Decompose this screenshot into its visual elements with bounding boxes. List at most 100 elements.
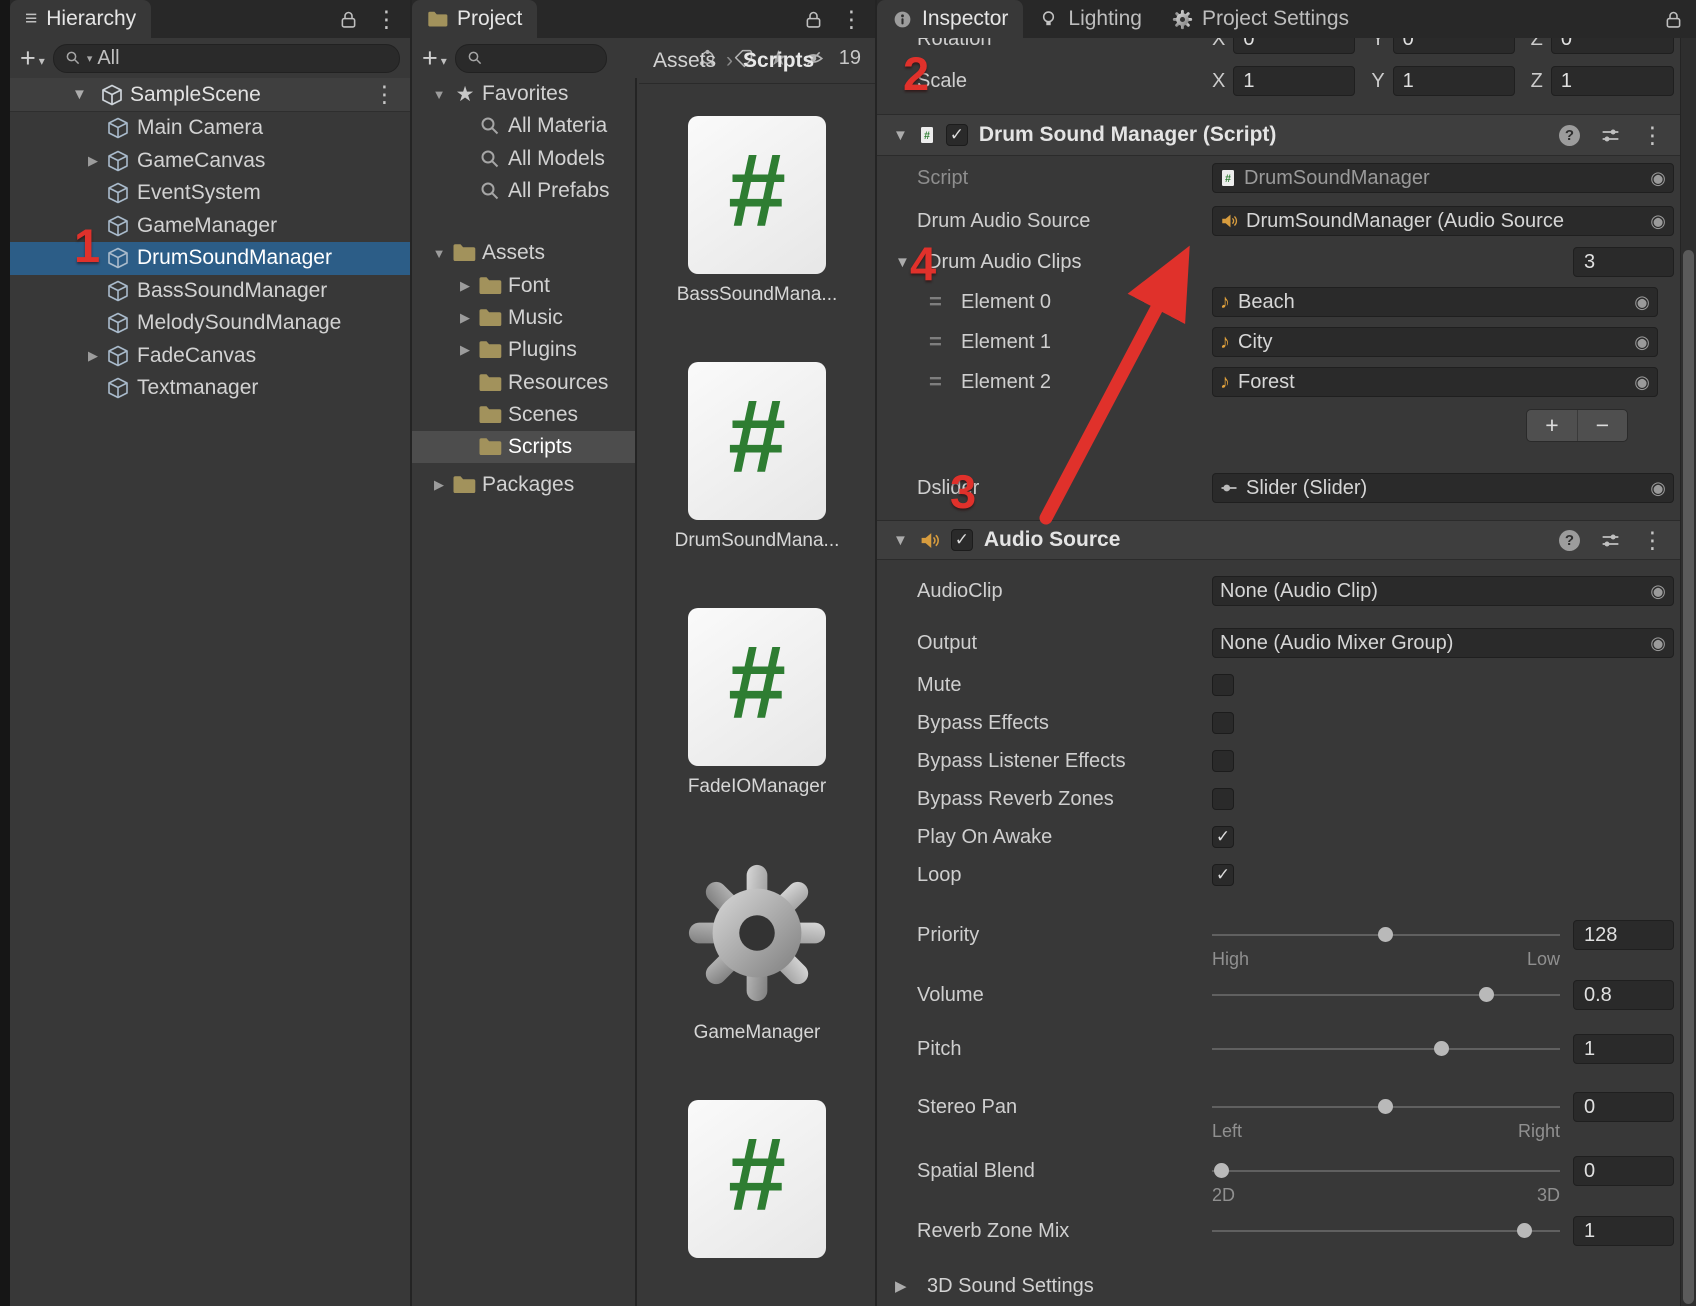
- foldout-open-icon[interactable]: ▼: [893, 127, 908, 144]
- tree-folder-music[interactable]: ▶ Music: [412, 302, 635, 334]
- tree-assets[interactable]: ▼ Assets: [412, 237, 635, 269]
- hierarchy-item-gamecanvas[interactable]: ▶ GameCanvas: [10, 145, 410, 178]
- object-picker-icon[interactable]: ◉: [1634, 333, 1650, 351]
- project-search-input[interactable]: [454, 43, 607, 73]
- bypass-effects-checkbox[interactable]: [1212, 712, 1234, 734]
- tree-all-prefabs[interactable]: All Prefabs: [412, 175, 635, 207]
- stereo-pan-slider[interactable]: Left Right: [1212, 1092, 1560, 1141]
- asset-drumsoundmanager[interactable]: # DrumSoundMana...: [675, 362, 839, 552]
- hierarchy-item-main-camera[interactable]: Main Camera: [10, 112, 410, 145]
- hierarchy-item-drumsoundmanager[interactable]: DrumSoundManager: [10, 242, 410, 275]
- expand-arrow-icon[interactable]: ▶: [895, 1277, 927, 1295]
- breadcrumb-current[interactable]: Scripts: [743, 49, 814, 73]
- kebab-menu-icon[interactable]: ⋮: [1641, 528, 1664, 552]
- remove-element-button[interactable]: −: [1577, 409, 1627, 441]
- tree-folder-scripts[interactable]: Scripts: [412, 430, 635, 464]
- breadcrumb-root[interactable]: Assets: [653, 49, 716, 73]
- presets-icon[interactable]: [1600, 530, 1621, 551]
- rotation-y-field[interactable]: 0: [1392, 38, 1515, 54]
- presets-icon[interactable]: [1600, 125, 1621, 146]
- tree-folder-plugins[interactable]: ▶ Plugins: [412, 334, 635, 366]
- mute-checkbox[interactable]: [1212, 674, 1234, 696]
- drag-handle-icon[interactable]: =: [917, 289, 961, 315]
- loop-checkbox[interactable]: [1212, 864, 1234, 886]
- hierarchy-item-eventsystem[interactable]: EventSystem: [10, 177, 410, 210]
- scale-z-field[interactable]: 1: [1550, 66, 1674, 96]
- hierarchy-item-melodysoundmanager[interactable]: MelodySoundManage: [10, 307, 410, 340]
- spatial-blend-value-field[interactable]: 0: [1573, 1156, 1674, 1186]
- slider-thumb[interactable]: [1378, 927, 1393, 942]
- pitch-slider[interactable]: [1212, 1034, 1560, 1064]
- tree-all-models[interactable]: All Models: [412, 143, 635, 175]
- audioclip-field[interactable]: None (Audio Clip) ◉: [1212, 576, 1674, 606]
- object-picker-icon[interactable]: ◉: [1650, 479, 1666, 497]
- asset-partial[interactable]: #: [688, 1100, 826, 1258]
- help-icon[interactable]: ?: [1559, 124, 1580, 146]
- tab-project[interactable]: Project: [412, 0, 538, 38]
- asset-gamemanager[interactable]: GameManager: [683, 854, 831, 1044]
- lock-icon[interactable]: [803, 9, 824, 30]
- tree-folder-font[interactable]: ▶ Font: [412, 269, 635, 301]
- reverb-zone-mix-value-field[interactable]: 1: [1573, 1216, 1674, 1246]
- expand-arrow-icon[interactable]: ▶: [426, 477, 452, 493]
- foldout-open-icon[interactable]: ▼: [72, 86, 100, 103]
- element-0-field[interactable]: ♪ Beach ◉: [1212, 287, 1658, 317]
- hierarchy-search-input[interactable]: ▾ All: [52, 43, 400, 73]
- row-3d-sound-settings[interactable]: ▶ 3D Sound Settings: [877, 1266, 1680, 1306]
- inspector-scrollbar[interactable]: [1680, 38, 1696, 1306]
- play-on-awake-checkbox[interactable]: [1212, 826, 1234, 848]
- priority-value-field[interactable]: 128: [1573, 920, 1674, 950]
- tab-lighting[interactable]: Lighting: [1023, 0, 1157, 38]
- tree-all-materials[interactable]: All Materia: [412, 110, 635, 142]
- hierarchy-item-gamemanager[interactable]: GameManager: [10, 210, 410, 243]
- tree-folder-resources[interactable]: Resources: [412, 366, 635, 398]
- tree-folder-scenes[interactable]: Scenes: [412, 399, 635, 431]
- scale-x-field[interactable]: 1: [1233, 66, 1356, 96]
- kebab-menu-icon[interactable]: ⋮: [1641, 123, 1664, 147]
- row-drum-audio-clips[interactable]: ▼ Drum Audio Clips 3: [877, 242, 1680, 282]
- drum-script-component-header[interactable]: ▼ Drum Sound Manager (Script) ? ⋮: [877, 114, 1680, 156]
- object-picker-icon[interactable]: ◉: [1634, 293, 1650, 311]
- object-picker-icon[interactable]: ◉: [1650, 634, 1666, 652]
- lock-icon[interactable]: [1663, 9, 1684, 30]
- tab-project-settings[interactable]: Project Settings: [1157, 0, 1364, 38]
- object-picker-icon[interactable]: ◉: [1650, 582, 1666, 600]
- spatial-blend-slider[interactable]: 2D 3D: [1212, 1156, 1560, 1205]
- object-picker-icon[interactable]: ◉: [1650, 212, 1666, 230]
- scene-kebab-icon[interactable]: ⋮: [373, 83, 396, 106]
- rotation-z-field[interactable]: 0: [1550, 38, 1674, 54]
- expand-arrow-icon[interactable]: ▶: [452, 278, 478, 294]
- drag-handle-icon[interactable]: =: [917, 369, 961, 395]
- slider-thumb[interactable]: [1214, 1163, 1230, 1178]
- rotation-x-field[interactable]: 0: [1233, 38, 1356, 54]
- scale-y-field[interactable]: 1: [1392, 66, 1515, 96]
- component-enabled-checkbox[interactable]: [945, 124, 968, 146]
- kebab-menu-icon[interactable]: ⋮: [840, 7, 863, 31]
- scene-header-row[interactable]: ▼ SampleScene ⋮: [10, 78, 410, 112]
- expand-arrow-icon[interactable]: ▶: [80, 348, 106, 364]
- tree-packages[interactable]: ▶ Packages: [412, 469, 635, 501]
- drum-audio-source-field[interactable]: DrumSoundManager (Audio Source ◉: [1212, 206, 1674, 236]
- foldout-open-icon[interactable]: ▼: [426, 87, 452, 102]
- bypass-listener-effects-checkbox[interactable]: [1212, 750, 1234, 772]
- foldout-open-icon[interactable]: ▼: [426, 246, 452, 261]
- script-object-field[interactable]: DrumSoundManager ◉: [1212, 163, 1674, 193]
- object-picker-icon[interactable]: ◉: [1634, 373, 1650, 391]
- element-2-field[interactable]: ♪ Forest ◉: [1212, 367, 1658, 397]
- object-picker-icon[interactable]: ◉: [1650, 169, 1666, 187]
- volume-slider[interactable]: [1212, 980, 1560, 1010]
- foldout-open-icon[interactable]: ▼: [893, 532, 908, 549]
- hierarchy-item-textmanager[interactable]: Textmanager: [10, 372, 410, 405]
- lock-icon[interactable]: [338, 9, 359, 30]
- priority-slider[interactable]: High Low: [1212, 920, 1560, 969]
- tree-favorites[interactable]: ▼ ★ Favorites: [412, 78, 635, 110]
- expand-arrow-icon[interactable]: ▶: [452, 310, 478, 326]
- create-asset-button[interactable]: + ▾: [422, 44, 447, 72]
- expand-arrow-icon[interactable]: ▶: [80, 153, 106, 169]
- hierarchy-item-fadecanvas[interactable]: ▶ FadeCanvas: [10, 340, 410, 373]
- output-field[interactable]: None (Audio Mixer Group) ◉: [1212, 628, 1674, 658]
- element-1-field[interactable]: ♪ City ◉: [1212, 327, 1658, 357]
- audio-source-component-header[interactable]: ▼ Audio Source ? ⋮: [877, 520, 1680, 560]
- volume-value-field[interactable]: 0.8: [1573, 980, 1674, 1010]
- slider-thumb[interactable]: [1378, 1099, 1393, 1114]
